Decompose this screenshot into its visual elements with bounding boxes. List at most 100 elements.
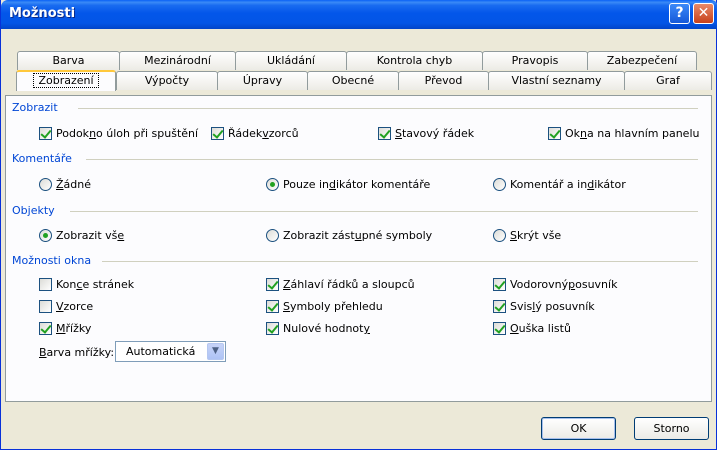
tab-kontrola-chyb[interactable]: Kontrola chyb [346,51,483,70]
label-part: Řádek [228,127,263,140]
label-part: áhlaví řádků a sloupců [290,278,415,291]
window-title: Možnosti [9,6,76,21]
radio-circle[interactable] [493,229,506,242]
label-part: tavový řádek [401,127,475,140]
checkbox-box[interactable] [39,278,52,291]
tab-barva[interactable]: Barva [17,51,120,70]
checkbox-box[interactable] [493,300,506,313]
label-access-key: u [354,229,362,242]
close-button[interactable]: ✕ [693,3,714,24]
checkbox-svisly-posuvnik[interactable]: Svis l ý posuvník [493,299,595,314]
radio-zobrazit-vse[interactable]: Zobrazit vš e [39,228,124,243]
radio-circle[interactable] [266,178,279,191]
label-part: Podok [56,127,90,140]
label-part: ikátor komentáře [336,178,431,191]
label-barva-mrizky: Barva mřížky: [39,345,114,360]
radio-skryt-vse[interactable]: Skrýt vše [493,228,561,243]
checkbox-ouska-listu[interactable]: Ouška listů [493,321,571,336]
label-part: ádné [63,178,92,191]
label-access-key: n [580,127,588,140]
label-access-key: n [89,127,97,140]
tab-pravopis[interactable]: Pravopis [482,51,588,70]
checkbox-box[interactable] [266,278,279,291]
checkbox-okna-na-panelu[interactable]: Ok n a na hlavním panelu [548,126,699,141]
chevron-down-icon[interactable]: ▼ [207,343,224,360]
checkbox-radek-vzorcu[interactable]: Řádek v zorců [211,126,299,141]
radio-zastupne-symboly[interactable]: Zobrazit zást u pné symboly [266,228,432,243]
checkbox-box[interactable] [266,300,279,313]
label-access-key: y [363,322,370,335]
tab-vypocty[interactable]: Výpočty [116,71,218,90]
label-access-key: p [568,278,576,291]
label-part: ý posuvník [535,300,595,313]
checkbox-podokno-uloh[interactable]: Podok n o úloh při spuštění [39,126,198,141]
label-part: krýt vše [516,229,562,242]
tab-ukladani[interactable]: Ukládání [235,51,347,70]
label-part: pné symboly [361,229,433,242]
checkbox-symboly-prehledu[interactable]: Symboly přehledu [266,299,383,314]
checkbox-mrizky[interactable]: Mřížky [39,321,91,336]
label-part: Zobrazit vš [56,229,118,242]
cancel-button[interactable]: Storno [634,417,709,440]
label-part: e stránek [82,278,135,291]
checkbox-box[interactable] [493,322,506,335]
tab-obecne[interactable]: Obecné [307,71,399,90]
checkbox-box[interactable] [548,127,561,140]
tab-graf[interactable]: Graf [624,71,712,90]
radio-komentar-a-indikator[interactable]: Komentář a in d ikátor [493,177,626,192]
label-part: osuvník [575,278,618,291]
options-dialog: Možnosti ? ✕ Barva Mezinárodní Ukládání … [0,0,717,450]
tab-zobrazeni-label: Zobrazení [33,73,99,88]
tab-zobrazeni[interactable]: Zobrazení [16,70,116,91]
tab-panel-zobrazeni: Zobrazit Podok n o úloh při spuštění Řádek… [5,95,712,402]
tab-zabezpeceni[interactable]: Zabezpečení [587,51,697,70]
label-access-key: S [395,127,402,140]
grid-color-select[interactable]: Automatická ▼ [115,341,226,362]
checkbox-box[interactable] [378,127,391,140]
checkbox-box[interactable] [493,278,506,291]
label-part: zorců [268,127,299,140]
checkbox-box[interactable] [39,322,52,335]
tab-vlastni-seznamy[interactable]: Vlastní seznamy [488,71,625,90]
label-part: uška listů [518,322,571,335]
radio-zadne[interactable]: Žádné [39,177,91,192]
tab-mezinarodni[interactable]: Mezinárodní [119,51,236,70]
checkbox-vzorce[interactable]: Vzorce [39,299,93,314]
help-button[interactable]: ? [669,3,690,24]
checkbox-konce-stranek[interactable]: Kon c e stránek [39,277,134,292]
radio-circle[interactable] [39,229,52,242]
label-part: o úloh při spuštění [96,127,199,140]
label-part: Komentář a in [510,178,588,191]
label-part: ymboly přehledu [289,300,383,313]
grid-color-value: Automatická [126,345,196,358]
radio-circle[interactable] [39,178,52,191]
label-part: řížky [65,322,92,335]
label-access-key: B [39,346,47,359]
checkbox-nulove-hodnoty[interactable]: Nulové hodnot y [266,321,370,336]
checkbox-box[interactable] [266,322,279,335]
checkbox-zahlavi[interactable]: Záhlaví řádků a sloupců [266,277,415,292]
group-divider [70,211,698,212]
tab-upravy[interactable]: Úpravy [217,71,308,90]
radio-pouze-indikator[interactable]: Pouze in d ikátor komentáře [266,177,430,192]
label-access-key: d [587,178,595,191]
label-access-key: e [117,229,125,242]
checkbox-box[interactable] [211,127,224,140]
group-objekty: Objekty [12,204,61,217]
radio-circle[interactable] [493,178,506,191]
checkbox-box[interactable] [39,127,52,140]
radio-circle[interactable] [266,229,279,242]
label-access-key: M [56,322,66,335]
label-part: zorce [63,300,94,313]
label-part: Nulové hodnot [283,322,364,335]
checkbox-stavovy-radek[interactable]: Stavový řádek [378,126,474,141]
tab-prevod[interactable]: Převod [398,71,489,90]
ok-button[interactable]: OK [541,417,616,440]
label-access-key: d [329,178,336,191]
title-bar[interactable]: Možnosti ? ✕ [1,0,717,29]
label-access-key: Ž [56,178,64,191]
checkbox-box[interactable] [39,300,52,313]
group-moznosti-okna: Možnosti okna [12,254,98,267]
label-part: Vodorovný [510,278,569,291]
checkbox-vodorovny-posuvnik[interactable]: Vodorovný p osuvník [493,277,617,292]
